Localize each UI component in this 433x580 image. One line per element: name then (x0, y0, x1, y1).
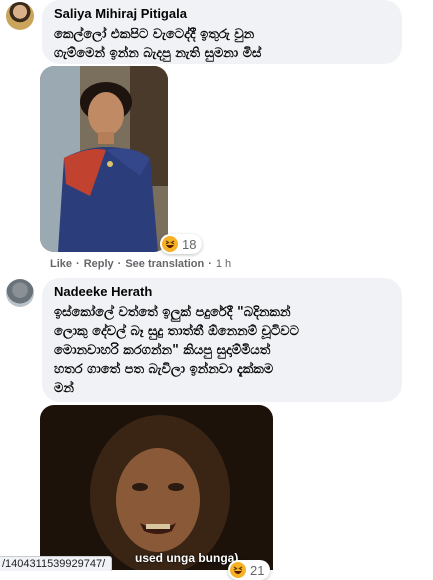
reply-link[interactable]: Reply (84, 258, 114, 270)
avatar[interactable] (6, 2, 34, 30)
haha-icon (162, 236, 178, 252)
reaction-count[interactable]: 21 (228, 560, 271, 580)
comment-bubble: Nadeeke Herath ඉස්කෝලේ වත්තේ ඉලුක් පදුරේ… (42, 278, 402, 402)
avatar[interactable] (6, 279, 34, 307)
like-link[interactable]: Like (50, 258, 72, 270)
reaction-count-text: 21 (250, 562, 265, 578)
comment-image[interactable]: used unga bunga) (40, 405, 273, 570)
haha-icon (230, 562, 246, 578)
comment-actions: Like · Reply · See translation · 1 h (50, 258, 231, 270)
reaction-count-text: 18 (182, 236, 197, 252)
reaction-count[interactable]: 18 (160, 234, 203, 254)
status-url: /1404311539929747/ (0, 556, 113, 571)
comment-bubble: Saliya Mihiraj Pitigala කෙල්ලෝ එකපිට වැට… (42, 0, 402, 64)
comment-image[interactable] (40, 66, 168, 252)
comment-author[interactable]: Nadeeke Herath (54, 284, 390, 299)
timestamp[interactable]: 1 h (216, 258, 231, 270)
see-translation-link[interactable]: See translation (125, 258, 204, 270)
comment-text: ඉස්කෝලේ වත්තේ ඉලුක් පදුරේදී "බදිනකන් ලොක… (54, 305, 299, 396)
comment-text: කෙල්ලෝ එකපිට වැටෙද්දී ඉතුරු වුන ගැම්මෙන්… (54, 27, 262, 61)
image-caption: used unga bunga) (135, 551, 239, 565)
comment-author[interactable]: Saliya Mihiraj Pitigala (54, 6, 390, 21)
separator: · (76, 258, 80, 270)
separator: · (208, 258, 212, 270)
separator: · (117, 258, 122, 270)
